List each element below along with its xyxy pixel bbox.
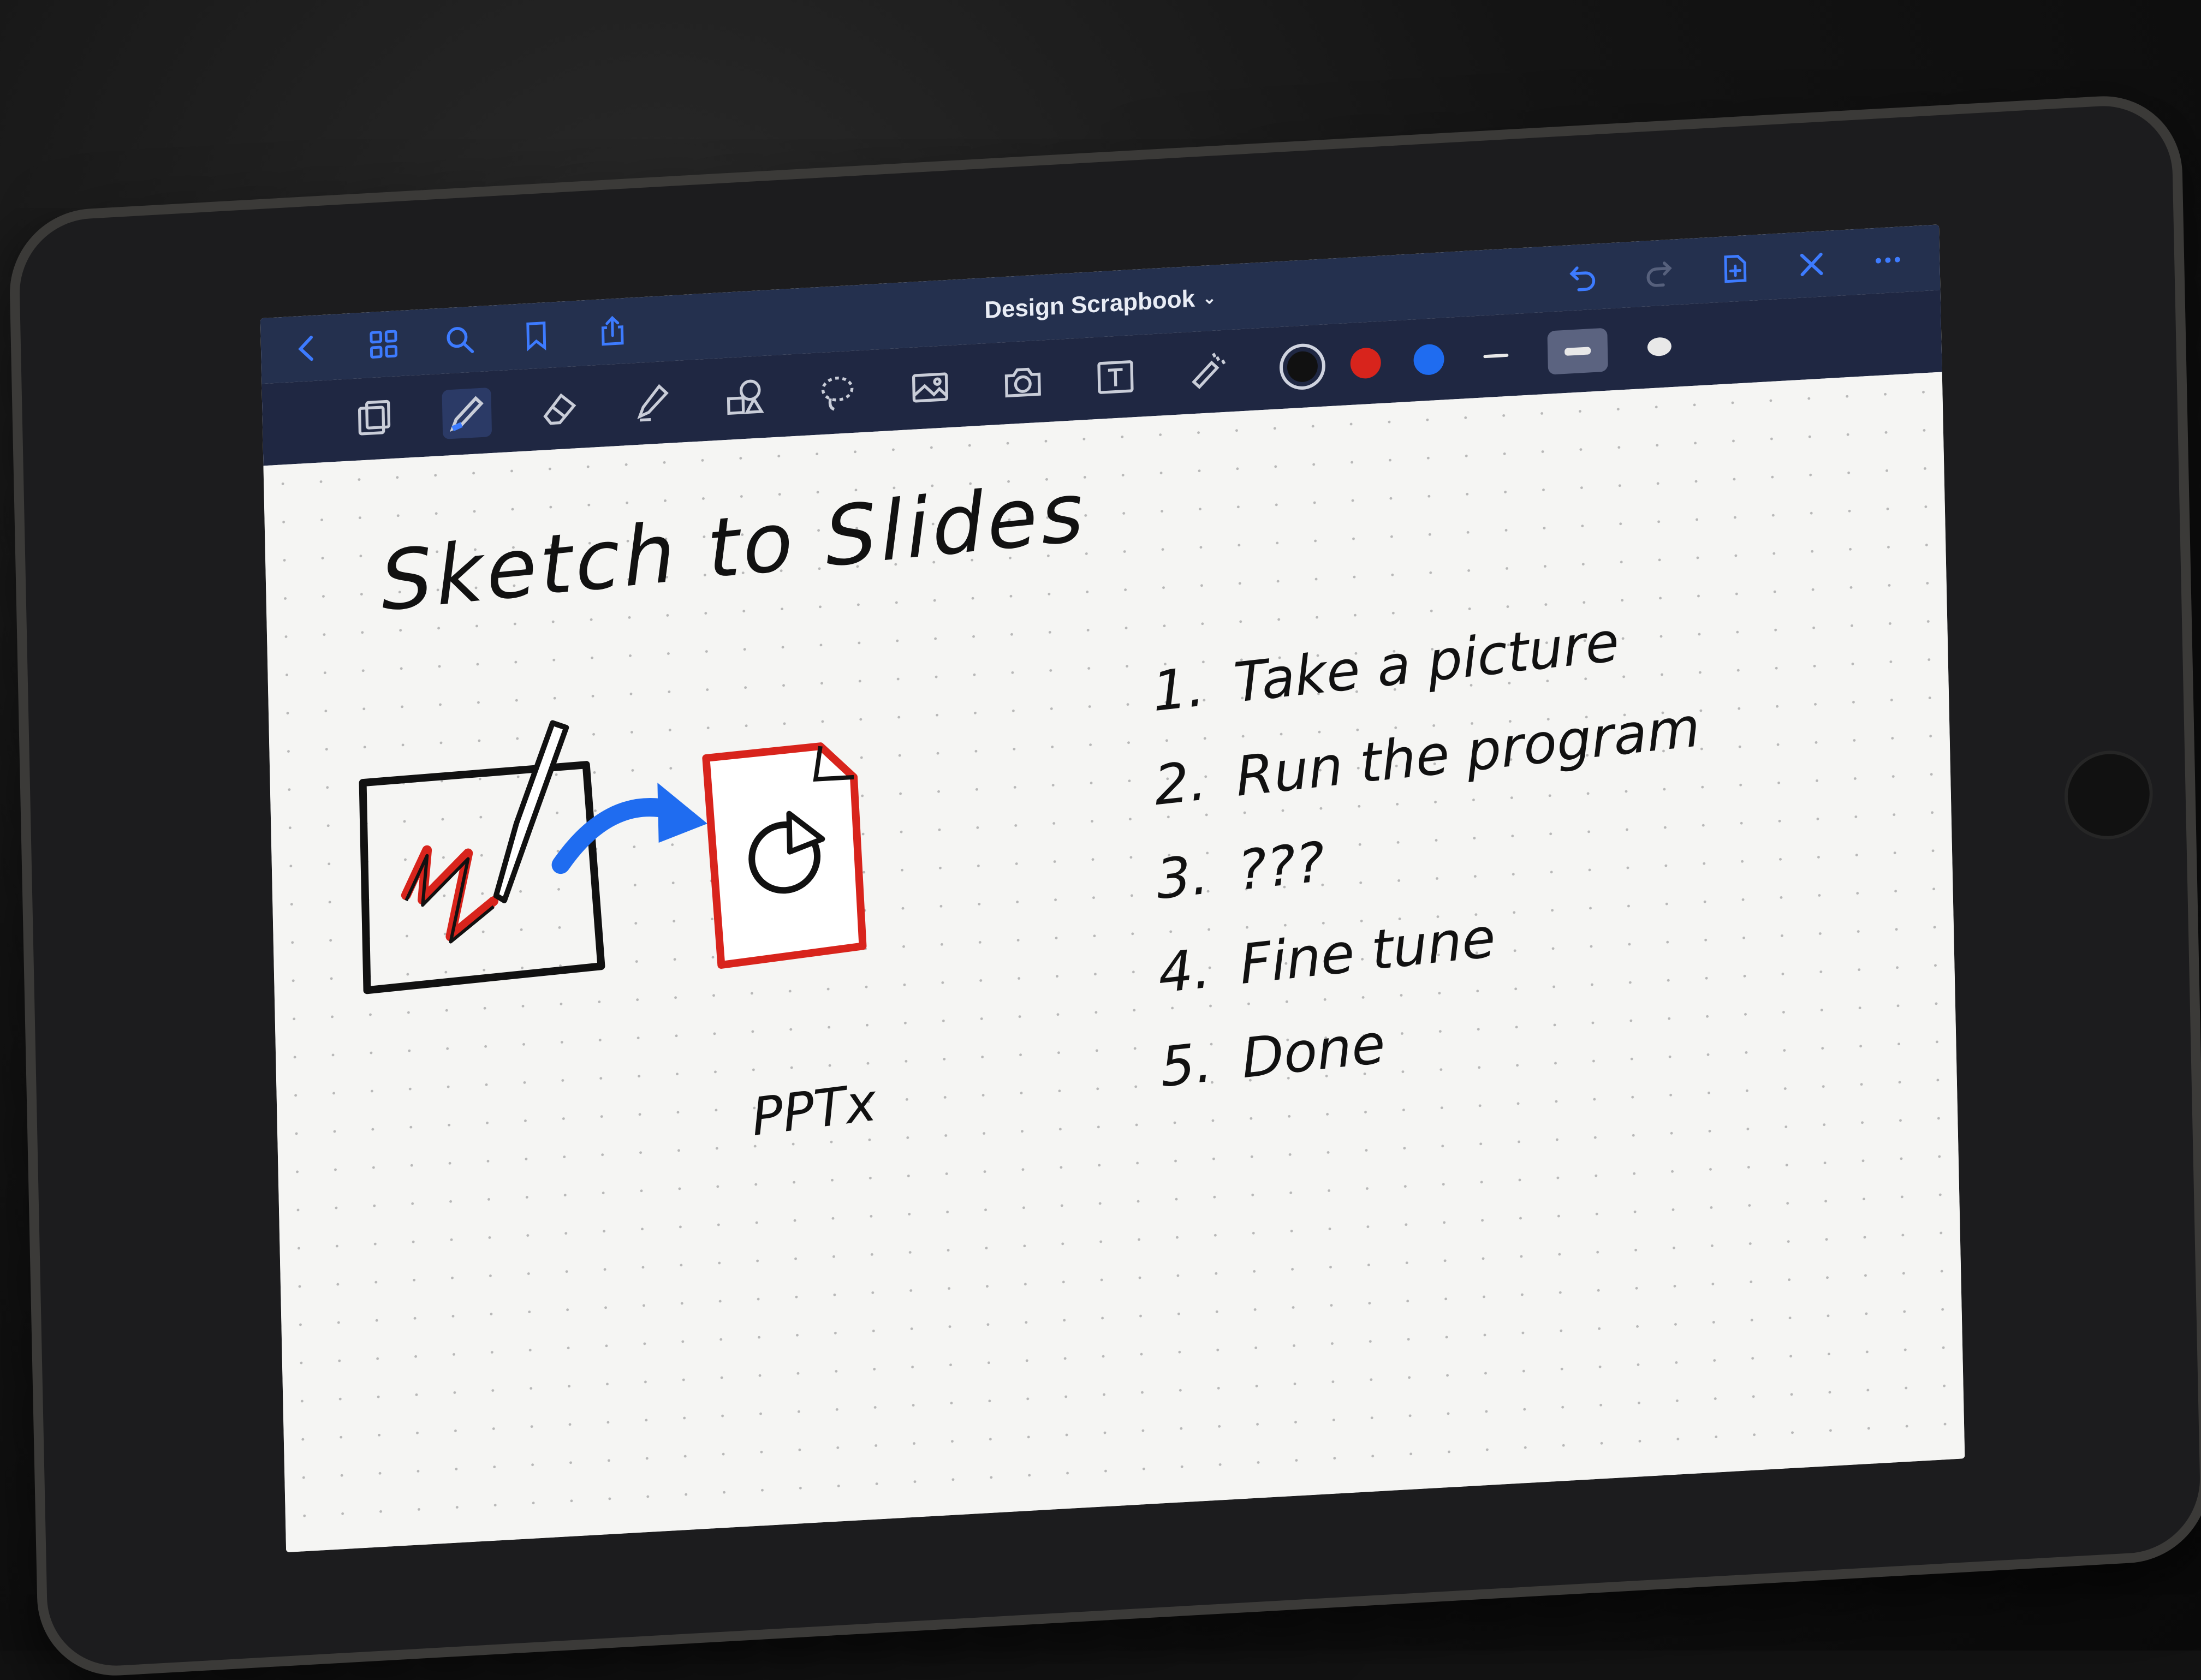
step-number: 5. [1158, 1030, 1215, 1100]
step-text: Run the program [1233, 695, 1703, 809]
share-icon[interactable] [593, 311, 632, 352]
page-heading: Sketch to Slides [377, 464, 1090, 630]
document-title-text: Design Scrapbook [984, 285, 1195, 324]
chevron-down-icon: ⌄ [1202, 288, 1217, 308]
step-number: 1. [1150, 654, 1207, 724]
home-button[interactable] [2063, 748, 2154, 842]
lasso-icon[interactable] [812, 367, 862, 419]
step-number: 4. [1156, 936, 1213, 1006]
color-swatch-red[interactable] [1350, 347, 1382, 379]
more-icon[interactable] [1869, 240, 1907, 281]
undo-icon[interactable] [1563, 257, 1602, 297]
redo-icon[interactable] [1639, 253, 1678, 293]
grid-icon[interactable] [364, 324, 403, 365]
stroke-medium[interactable] [1547, 327, 1608, 375]
back-chevron-icon[interactable] [288, 329, 326, 369]
color-palette [1287, 324, 1679, 389]
steps-list: 1. Take a picture 2. Run the program 3. … [1150, 610, 1708, 1115]
stroke-thick[interactable] [1640, 324, 1679, 370]
step-text: Take a picture [1232, 609, 1621, 715]
red-squiggle-sketch [401, 845, 499, 942]
canvas-box-sketch [359, 761, 605, 994]
ipad-device: Design Scrapbook ⌄ Sketch to Slides PPTx… [8, 92, 2201, 1680]
color-swatch-black[interactable] [1287, 350, 1318, 383]
add-page-icon[interactable] [1716, 248, 1754, 289]
notebook-page[interactable]: Sketch to Slides PPTx 1. Take a picture … [263, 372, 1965, 1553]
bookmark-icon[interactable] [517, 315, 556, 356]
shapes-icon[interactable] [720, 372, 770, 424]
pen-sketch [493, 720, 569, 903]
step-text: Fine tune [1238, 905, 1498, 997]
color-swatch-blue[interactable] [1413, 343, 1445, 376]
step-text: Done [1239, 1011, 1388, 1091]
eraser-icon[interactable] [534, 382, 585, 434]
step-number: 2. [1152, 748, 1209, 818]
stroke-thin[interactable] [1477, 333, 1516, 379]
step-number: 3. [1154, 842, 1211, 912]
search-icon[interactable] [441, 320, 479, 360]
document-title[interactable]: Design Scrapbook ⌄ [984, 284, 1217, 324]
page-layout-icon[interactable] [349, 392, 400, 444]
blue-arrow-head [657, 782, 707, 843]
app-screen: Design Scrapbook ⌄ Sketch to Slides PPTx… [260, 224, 1965, 1553]
laser-pointer-icon[interactable] [1183, 346, 1233, 398]
close-icon[interactable] [1792, 244, 1831, 284]
image-icon[interactable] [905, 361, 955, 413]
step-text: ??? [1235, 830, 1327, 903]
highlighter-icon[interactable] [627, 377, 677, 429]
blue-arrow-shaft [551, 798, 679, 874]
camera-icon[interactable] [998, 356, 1048, 408]
pen-icon[interactable] [442, 387, 492, 439]
text-icon[interactable] [1091, 351, 1141, 403]
